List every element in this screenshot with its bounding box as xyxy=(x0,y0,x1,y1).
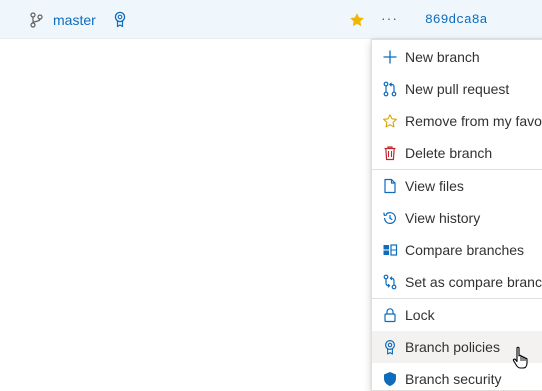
menu-item-view-files[interactable]: View files xyxy=(372,170,542,202)
hand-pointer-cursor xyxy=(512,346,528,369)
menu-item-label: New branch xyxy=(405,49,480,65)
menu-item-label: Branch security xyxy=(405,371,502,387)
menu-item-label: Delete branch xyxy=(405,145,493,161)
menu-item-label: View files xyxy=(405,178,464,194)
menu-item-label: Branch policies xyxy=(405,339,500,355)
menu-item-new-branch[interactable]: New branch xyxy=(372,41,542,73)
menu-item-new-pull-request[interactable]: New pull request xyxy=(372,73,542,105)
menu-item-label: Compare branches xyxy=(405,242,525,258)
history-icon xyxy=(383,212,396,224)
branch-row[interactable]: master ··· 869dca8a xyxy=(0,0,542,39)
favorite-star-icon[interactable] xyxy=(349,12,365,28)
compare-branch-icon xyxy=(383,274,397,290)
plus-icon xyxy=(383,50,397,64)
menu-item-label: Set as compare branch xyxy=(405,274,542,290)
file-icon xyxy=(384,178,396,194)
shield-icon xyxy=(384,372,396,386)
git-branch-icon xyxy=(30,12,43,28)
policy-badge-icon[interactable] xyxy=(113,11,127,28)
menu-item-label: View history xyxy=(405,210,481,226)
star-outline-icon xyxy=(383,114,397,128)
menu-item-label: Lock xyxy=(405,307,435,323)
menu-item-lock[interactable]: Lock xyxy=(372,299,542,331)
menu-item-compare-branches[interactable]: Compare branches xyxy=(372,234,542,266)
branch-context-menu: New branch New pull request Remove from … xyxy=(371,39,542,391)
pull-request-icon xyxy=(383,81,397,97)
menu-item-label: New pull request xyxy=(405,81,510,97)
more-actions-button[interactable]: ··· xyxy=(381,11,398,25)
policy-badge-icon xyxy=(384,339,396,355)
menu-item-label: Remove from my favorites xyxy=(405,113,542,129)
menu-item-view-history[interactable]: View history xyxy=(372,202,542,234)
compare-icon xyxy=(383,244,398,256)
trash-icon xyxy=(384,146,396,161)
branch-name-link[interactable]: master xyxy=(53,11,96,29)
lock-icon xyxy=(384,308,396,323)
commit-link[interactable]: 869dca8a xyxy=(425,11,487,29)
menu-item-set-compare-branch[interactable]: Set as compare branch xyxy=(372,266,542,298)
menu-item-delete-branch[interactable]: Delete branch xyxy=(372,137,542,169)
menu-item-remove-favorite[interactable]: Remove from my favorites xyxy=(372,105,542,137)
